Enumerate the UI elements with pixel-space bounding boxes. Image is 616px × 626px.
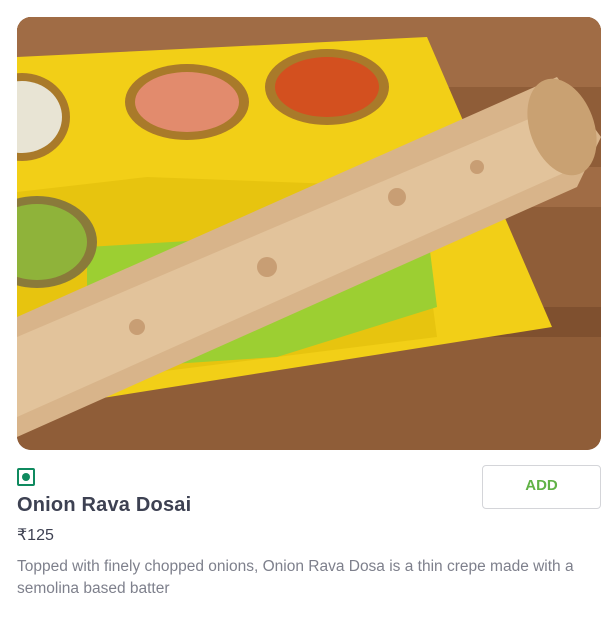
add-button[interactable]: ADD — [482, 465, 601, 509]
menu-item-card: Onion Rava Dosai ₹125 Topped with finely… — [0, 0, 616, 626]
food-photo[interactable] — [17, 17, 601, 450]
item-name: Onion Rava Dosai — [17, 494, 192, 516]
dosa-illustration — [17, 17, 601, 450]
item-description: Topped with finely chopped onions, Onion… — [17, 558, 574, 597]
veg-dot — [22, 473, 30, 481]
veg-indicator-icon — [17, 468, 35, 486]
item-price: ₹125 — [17, 527, 54, 544]
